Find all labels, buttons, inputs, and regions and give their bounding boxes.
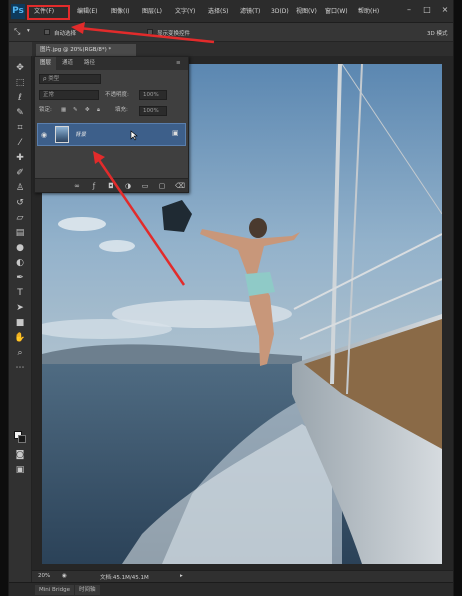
auto-select-checkbox[interactable] <box>44 29 50 35</box>
lasso-tool-icon[interactable]: ℓ <box>13 92 27 104</box>
photoshop-logo: Ps <box>11 4 25 19</box>
add-mask-icon[interactable]: ◘ <box>107 182 115 190</box>
status-info-icon[interactable]: ◉ <box>62 573 67 579</box>
more-tools-icon[interactable]: ⋯ <box>13 362 27 374</box>
layer-kind-filter[interactable]: ρ 类型 <box>39 74 101 84</box>
maximize-icon[interactable]: □ <box>422 5 432 14</box>
menu-layer[interactable]: 图层(L) <box>142 6 162 17</box>
shape-tool-icon[interactable]: ■ <box>13 317 27 329</box>
menu-view[interactable]: 视图(V) <box>296 6 317 17</box>
document-tab[interactable]: 图片.jpg @ 20%(RGB/8*) * <box>36 44 136 56</box>
fill-label: 填充: <box>115 107 128 113</box>
layer-thumbnail <box>55 126 69 143</box>
mini-bridge-bar: Mini Bridge 时间轴 <box>9 582 453 596</box>
fill-field[interactable]: 100% <box>139 106 167 116</box>
transform-controls-label: 显示变换控件 <box>157 31 191 37</box>
eraser-tool-icon[interactable]: ▱ <box>13 212 27 224</box>
path-selection-tool-icon[interactable]: ➤ <box>13 302 27 314</box>
new-group-icon[interactable]: ▭ <box>141 182 149 190</box>
options-bar: ⤡ ▾ 自动选择 显示变换控件 3D 模式 <box>9 23 453 42</box>
file-menu-highlight-box <box>27 5 70 20</box>
menu-bar: Ps 文件(F) 编辑(E) 图像(I) 图层(L) 文字(Y) 选择(S) 滤… <box>9 0 453 23</box>
tools-panel: ✥ ⬚ ℓ ✎ ⌗ ⁄ ✚ ✐ ♙ ↺ ▱ ▤ ● ◐ ✒ T ➤ ■ ✋ ⌕ … <box>9 56 32 586</box>
lock-transparency-icon[interactable]: ▦ <box>61 105 66 116</box>
adjustment-layer-icon[interactable]: ◑ <box>124 182 132 190</box>
tab-timeline[interactable]: 时间轴 <box>75 585 100 595</box>
panel-tabs: 图层 通道 路径 ≡ <box>35 57 188 70</box>
gradient-tool-icon[interactable]: ▤ <box>13 227 27 239</box>
menu-help[interactable]: 帮助(H) <box>358 6 379 17</box>
zoom-level[interactable]: 20% <box>38 573 50 579</box>
dodge-tool-icon[interactable]: ◐ <box>13 257 27 269</box>
visibility-eye-icon[interactable]: ◉ <box>41 131 49 139</box>
tab-layers[interactable]: 图层 <box>35 57 57 70</box>
menu-window[interactable]: 窗口(W) <box>325 6 348 17</box>
panel-menu-icon[interactable]: ≡ <box>171 57 186 70</box>
tab-mini-bridge[interactable]: Mini Bridge <box>35 585 74 595</box>
hand-tool-icon[interactable]: ✋ <box>13 332 27 344</box>
layers-panel-footer: ∞ ƒ ◘ ◑ ▭ ▢ ⌫ <box>35 178 188 192</box>
tool-preset-chevron-icon[interactable]: ▾ <box>27 28 30 34</box>
move-tool-icon[interactable]: ⤡ <box>14 27 20 37</box>
status-arrow-icon[interactable]: ▸ <box>180 573 183 579</box>
auto-select-label: 自动选择 <box>54 31 77 37</box>
close-icon[interactable]: × <box>440 5 450 14</box>
zoom-tool-icon[interactable]: ⌕ <box>13 347 27 359</box>
layer-style-icon[interactable]: ƒ <box>90 182 98 190</box>
menu-edit[interactable]: 编辑(E) <box>77 6 97 17</box>
history-brush-tool-icon[interactable]: ↺ <box>13 197 27 209</box>
healing-brush-tool-icon[interactable]: ✚ <box>13 152 27 164</box>
move-tool-icon[interactable]: ✥ <box>13 62 27 74</box>
marquee-tool-icon[interactable]: ⬚ <box>13 77 27 89</box>
lock-all-icon[interactable]: 🔒︎ <box>97 105 100 116</box>
document-tab-bar: 图片.jpg @ 20%(RGB/8*) * <box>32 42 453 56</box>
lock-position-icon[interactable]: ✥ <box>85 105 90 116</box>
blend-mode-select[interactable]: 正常 <box>39 90 99 100</box>
quick-select-tool-icon[interactable]: ✎ <box>13 107 27 119</box>
menu-select[interactable]: 选择(S) <box>208 6 229 17</box>
quick-mask-icon[interactable]: ◙ <box>13 449 27 461</box>
layer-name: 背景 <box>75 132 87 138</box>
screen-mode-icon[interactable]: ▣ <box>13 464 27 476</box>
background-color-swatch[interactable] <box>18 435 26 443</box>
document-info: 文档:45.1M/45.1M <box>100 575 149 581</box>
transform-controls-checkbox[interactable] <box>147 29 153 35</box>
pen-tool-icon[interactable]: ✒ <box>13 272 27 284</box>
menu-3d[interactable]: 3D(D) <box>271 6 289 17</box>
mouse-cursor-icon <box>130 130 138 141</box>
3d-mode-label[interactable]: 3D 模式 <box>427 29 447 37</box>
link-layers-icon[interactable]: ∞ <box>73 182 81 190</box>
lock-label: 锁定: <box>39 107 52 113</box>
menu-type[interactable]: 文字(Y) <box>175 6 195 17</box>
crop-tool-icon[interactable]: ⌗ <box>13 122 27 134</box>
eyedropper-tool-icon[interactable]: ⁄ <box>13 137 27 149</box>
opacity-label: 不透明度: <box>105 92 129 98</box>
status-bar: 20% ◉ 文档:45.1M/45.1M ▸ <box>32 570 453 582</box>
tab-paths[interactable]: 路径 <box>79 57 100 70</box>
delete-layer-icon[interactable]: ⌫ <box>175 182 185 190</box>
menu-filter[interactable]: 滤镜(T) <box>240 6 260 17</box>
lock-icon: ▣ <box>172 129 179 137</box>
layer-row-background[interactable]: ◉ 背景 ▣ <box>37 123 186 146</box>
lock-pixels-icon[interactable]: ✎ <box>73 105 78 116</box>
blur-tool-icon[interactable]: ● <box>13 242 27 254</box>
photoshop-window: Ps 文件(F) 编辑(E) 图像(I) 图层(L) 文字(Y) 选择(S) 滤… <box>8 0 454 596</box>
brush-tool-icon[interactable]: ✐ <box>13 167 27 179</box>
clone-stamp-tool-icon[interactable]: ♙ <box>13 182 27 194</box>
menu-image[interactable]: 图像(I) <box>111 6 129 17</box>
layers-panel: 图层 通道 路径 ≡ ρ 类型 正常 不透明度: 100% 锁定: ▦ ✎ ✥ … <box>34 56 189 193</box>
new-layer-icon[interactable]: ▢ <box>158 182 166 190</box>
type-tool-icon[interactable]: T <box>13 287 27 299</box>
minimize-icon[interactable]: – <box>404 5 414 14</box>
tab-channels[interactable]: 通道 <box>57 57 78 70</box>
opacity-field[interactable]: 100% <box>139 90 167 100</box>
